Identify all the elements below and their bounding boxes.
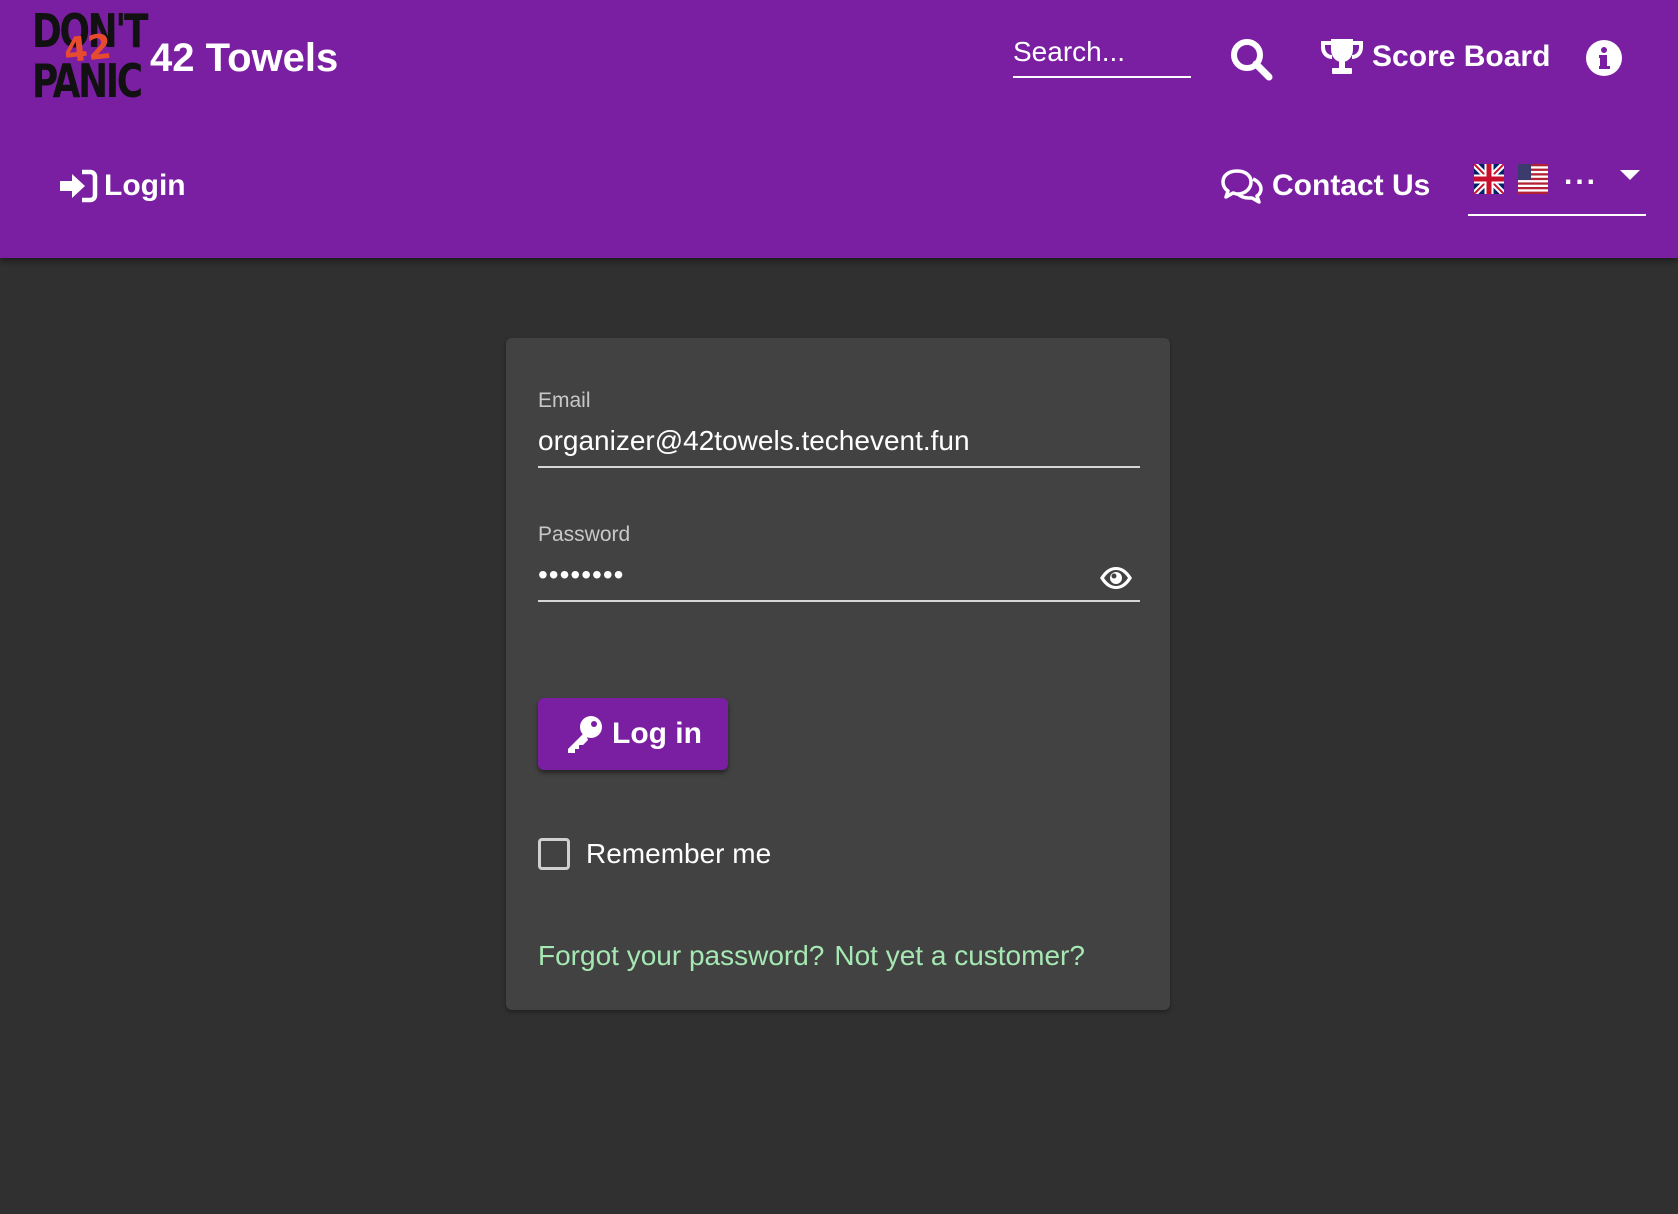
remember-me-checkbox[interactable] [538, 838, 570, 870]
key-icon [568, 716, 602, 753]
logo-line-2: 42 [62, 26, 114, 72]
remember-me[interactable]: Remember me [538, 836, 771, 872]
score-board-button[interactable]: Score Board [1320, 34, 1550, 80]
register-link[interactable]: Not yet a customer? [834, 940, 1085, 971]
chevron-down-icon [1620, 170, 1640, 180]
password-label: Password [538, 523, 631, 546]
account-links: Forgot your password? Not yet a customer? [538, 940, 1085, 972]
comments-icon [1221, 169, 1263, 204]
search-icon [1231, 39, 1273, 81]
search-input[interactable] [1013, 32, 1191, 72]
info-button[interactable] [1584, 38, 1624, 78]
login-card: Email organizer@42towels.techevent.fun P… [506, 338, 1170, 1010]
language-more: ... [1564, 158, 1599, 191]
email-label: Email [538, 389, 591, 412]
app-title[interactable]: 42 Towels [150, 34, 338, 82]
trophy-icon [1321, 39, 1363, 74]
top-navbar: DON'T PANIC 42 42 Towels Score Board [0, 0, 1678, 258]
login-button-label: Log in [612, 717, 702, 750]
password-underline [538, 600, 1140, 602]
login-nav-label: Login [104, 169, 186, 202]
forgot-password-link[interactable]: Forgot your password? [538, 940, 824, 971]
language-select[interactable]: ... [1468, 150, 1646, 216]
login-nav-button[interactable]: Login [58, 164, 186, 208]
flag-us-icon [1518, 164, 1548, 194]
score-board-label: Score Board [1372, 40, 1551, 73]
eye-icon [1100, 567, 1132, 589]
password-field[interactable]: •••••••• [538, 558, 1078, 592]
email-field[interactable]: organizer@42towels.techevent.fun [538, 424, 1138, 458]
search-box[interactable] [1013, 28, 1191, 78]
search-button[interactable] [1228, 36, 1274, 82]
sign-in-icon [60, 169, 98, 203]
contact-us-button[interactable]: Contact Us [1220, 164, 1430, 208]
contact-us-label: Contact Us [1272, 169, 1431, 202]
show-password-button[interactable] [1098, 560, 1134, 596]
app-logo[interactable]: DON'T PANIC 42 [32, 6, 148, 106]
remember-me-label[interactable]: Remember me [586, 838, 771, 870]
info-icon [1586, 40, 1622, 76]
flag-uk-icon [1474, 164, 1504, 194]
login-button[interactable]: Log in [538, 698, 728, 770]
email-underline [538, 466, 1140, 468]
